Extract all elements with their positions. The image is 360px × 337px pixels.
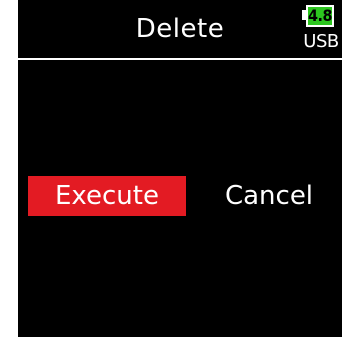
- power-source-label: USB: [303, 31, 339, 52]
- header-divider: [18, 58, 342, 60]
- execute-button[interactable]: Execute: [28, 176, 186, 216]
- device-screen: Delete 4.8 USB Execute Cancel: [18, 0, 342, 337]
- screen-title: Delete: [135, 14, 225, 44]
- battery-level: 4.8: [308, 6, 333, 25]
- cancel-button[interactable]: Cancel: [206, 176, 332, 216]
- power-status: 4.8 USB: [302, 4, 340, 56]
